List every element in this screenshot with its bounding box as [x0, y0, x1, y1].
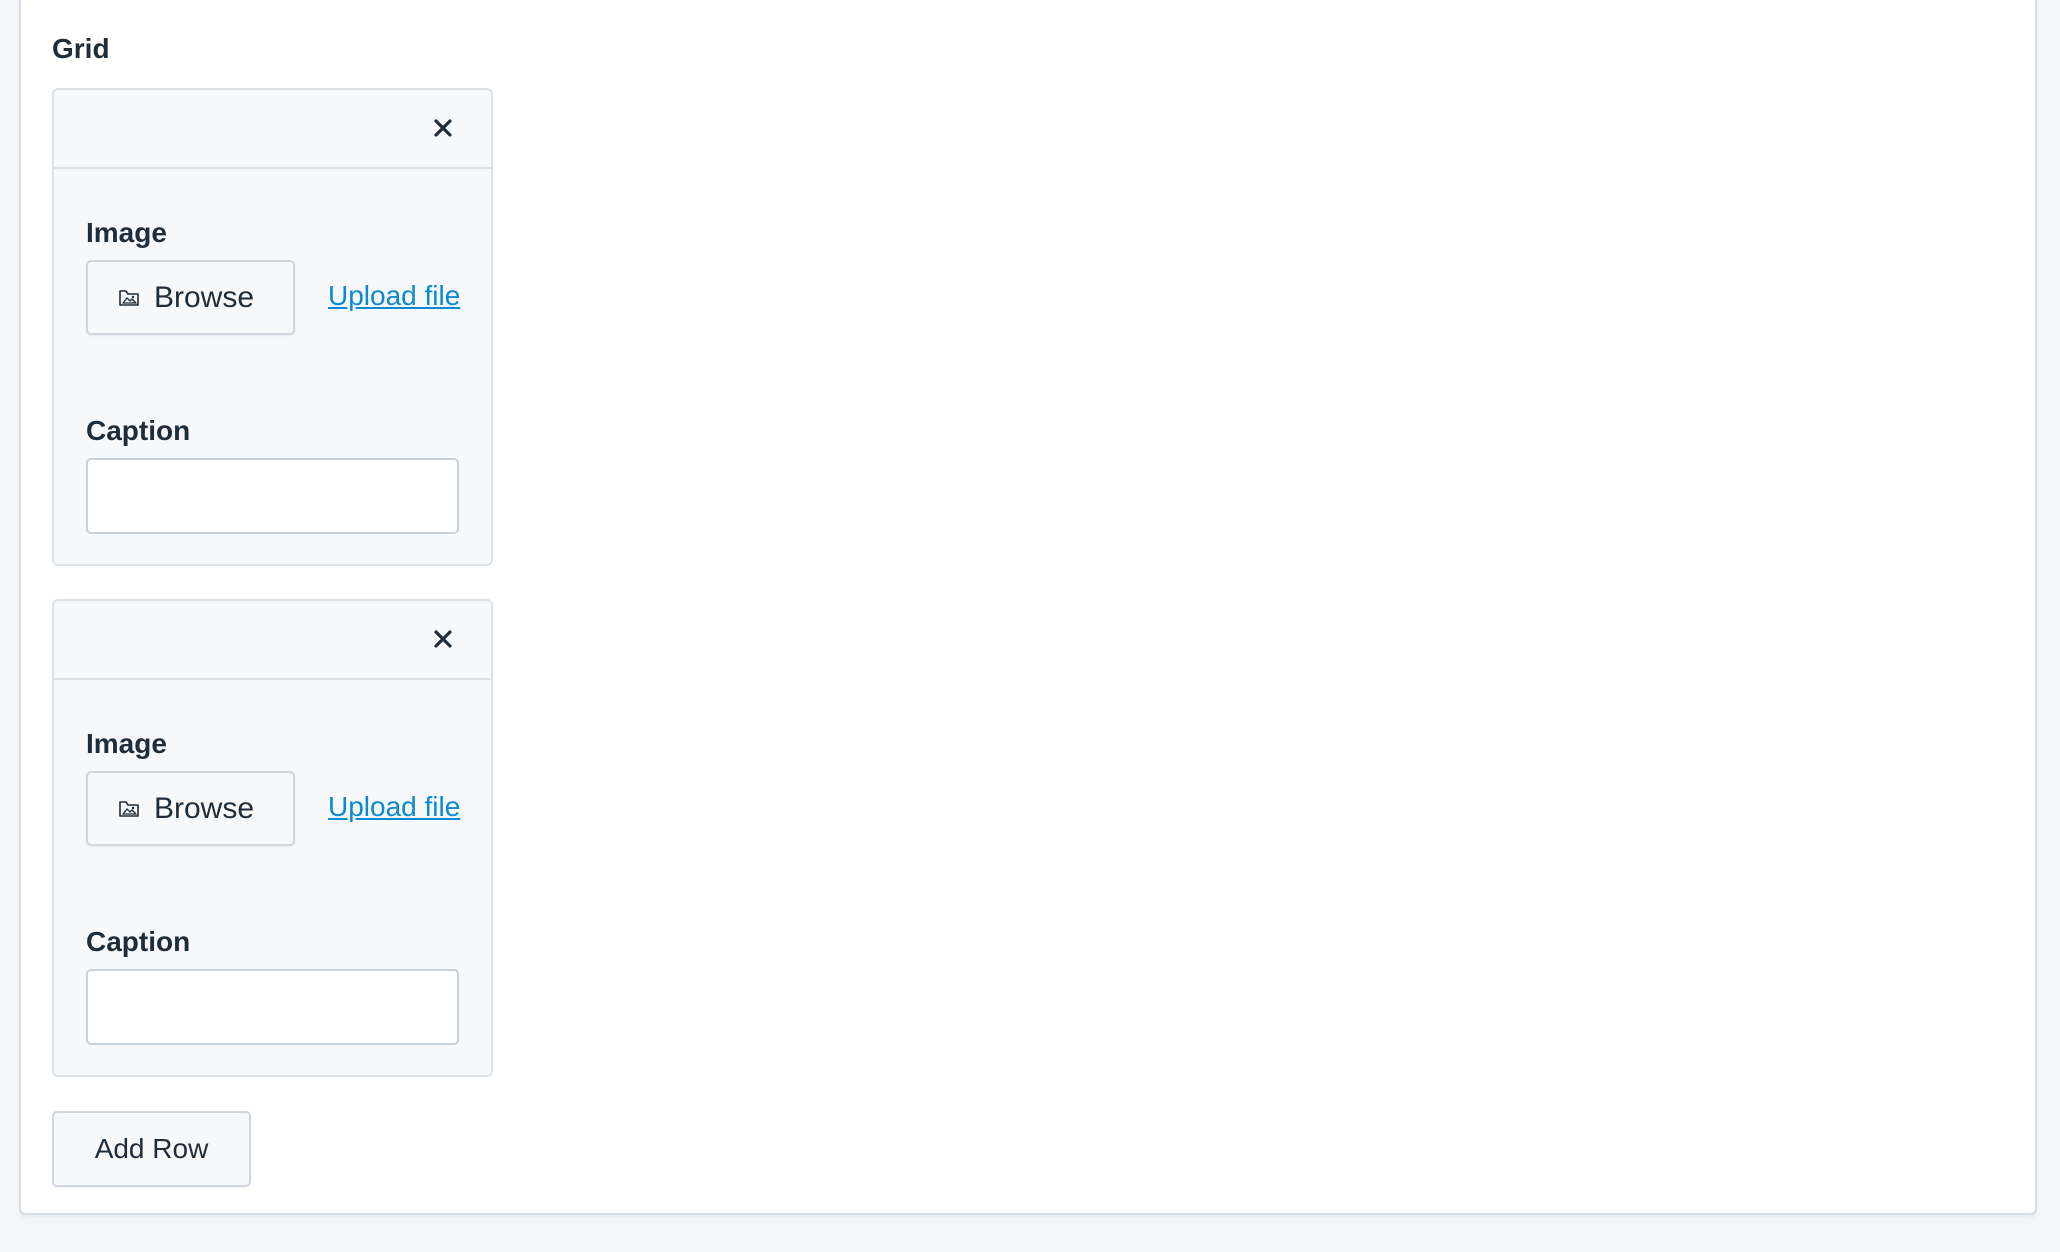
- browse-button[interactable]: Browse: [86, 260, 295, 335]
- upload-file-link[interactable]: Upload file: [328, 791, 460, 823]
- image-folder-icon: [118, 288, 140, 308]
- upload-file-link[interactable]: Upload file: [328, 280, 460, 312]
- browse-button-label: Browse: [154, 280, 255, 314]
- caption-input[interactable]: [86, 458, 459, 534]
- close-icon: [434, 119, 452, 137]
- close-icon: [434, 630, 452, 648]
- image-label: Image: [86, 217, 167, 248]
- row-header: [54, 90, 491, 169]
- remove-row-button[interactable]: [423, 619, 463, 659]
- field-title: Grid: [52, 33, 110, 64]
- add-row-button[interactable]: Add Row: [52, 1111, 251, 1187]
- grid-row: Image Browse Upload file Caption: [52, 88, 493, 566]
- browse-button-label: Browse: [154, 791, 255, 825]
- caption-input[interactable]: [86, 969, 459, 1045]
- caption-label: Caption: [86, 415, 191, 446]
- grid-row: Image Browse Upload file Caption: [52, 599, 493, 1077]
- browse-button[interactable]: Browse: [86, 771, 295, 846]
- row-header: [54, 601, 491, 680]
- remove-row-button[interactable]: [423, 108, 463, 148]
- caption-label: Caption: [86, 926, 191, 957]
- image-folder-icon: [118, 799, 140, 819]
- image-label: Image: [86, 728, 167, 759]
